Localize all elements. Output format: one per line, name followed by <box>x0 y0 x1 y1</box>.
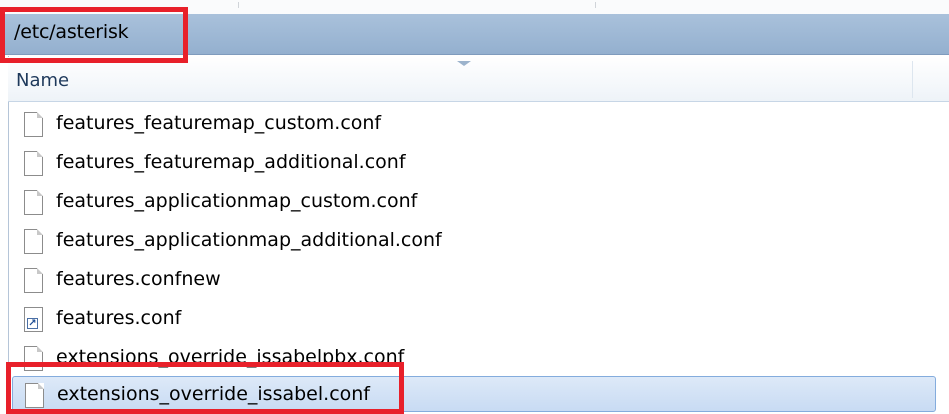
file-name: extensions_override_issabelpbx.conf <box>56 346 405 368</box>
address-bar[interactable]: /etc/asterisk <box>0 14 949 55</box>
file-icon <box>24 268 43 293</box>
shortcut-arrow-icon: ↗ <box>27 318 38 329</box>
shortcut-file-icon: ↗ <box>24 307 43 332</box>
sort-arrow-icon <box>457 61 471 66</box>
file-name: features_featuremap_custom.conf <box>56 112 382 134</box>
file-icon <box>24 190 43 215</box>
file-icon <box>24 346 43 371</box>
file-name: features_applicationmap_custom.conf <box>56 190 418 212</box>
file-row[interactable]: features_applicationmap_custom.conf <box>12 184 936 220</box>
file-row[interactable]: extensions_override_issabelpbx.conf <box>12 340 936 376</box>
file-icon <box>24 229 43 254</box>
file-row[interactable]: features_featuremap_custom.conf <box>12 106 936 142</box>
file-row-selected[interactable]: extensions_override_issabel.conf <box>12 376 936 412</box>
file-row[interactable]: ↗ features.conf <box>12 301 936 337</box>
column-divider[interactable] <box>912 61 913 98</box>
file-name: features_applicationmap_additional.conf <box>56 229 442 251</box>
file-row[interactable]: features.confnew <box>12 262 936 298</box>
file-icon <box>24 151 43 176</box>
current-path: /etc/asterisk <box>14 21 129 43</box>
file-name: extensions_override_issabel.conf <box>57 383 370 405</box>
file-row[interactable]: features_featuremap_additional.conf <box>12 145 936 181</box>
file-icon <box>25 383 44 408</box>
tick-mark <box>595 2 596 8</box>
column-header-name[interactable]: Name <box>8 57 949 102</box>
window-top-strip <box>0 0 949 14</box>
file-row[interactable]: features_applicationmap_additional.conf <box>12 223 936 259</box>
file-icon <box>24 112 43 137</box>
file-name: features_featuremap_additional.conf <box>56 151 406 173</box>
file-name: features.conf <box>56 307 182 329</box>
tick-mark <box>238 2 239 8</box>
column-header-label: Name <box>16 70 70 91</box>
file-name: features.confnew <box>56 268 221 290</box>
